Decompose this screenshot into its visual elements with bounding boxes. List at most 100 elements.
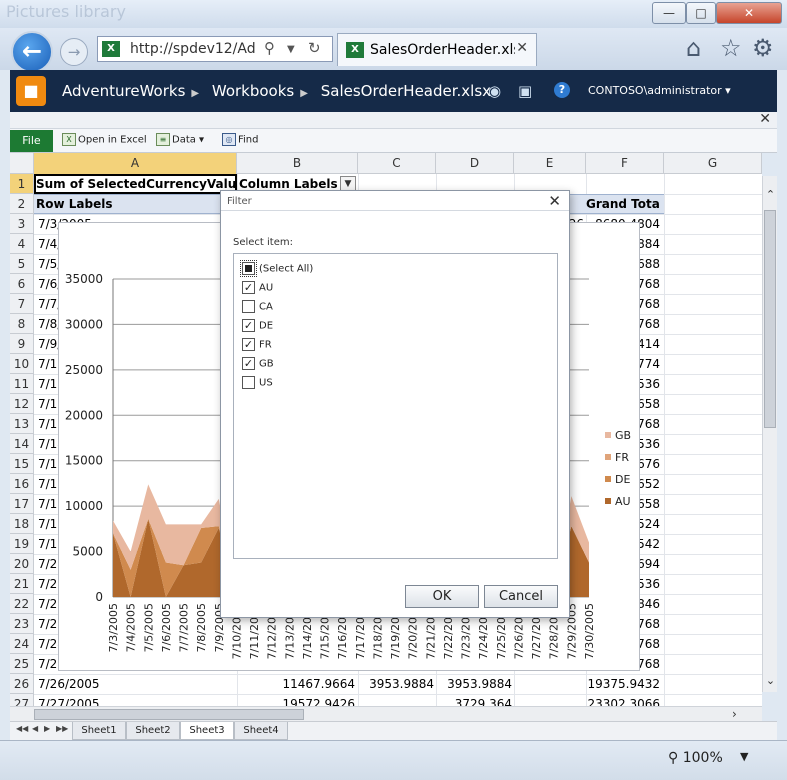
dialog-close-icon[interactable]: ✕: [548, 192, 561, 210]
close-window-button[interactable]: ✕: [716, 2, 782, 24]
find-button[interactable]: ◎ Find: [222, 133, 259, 146]
checkbox[interactable]: [240, 260, 257, 277]
first-sheet-icon[interactable]: ◀◀: [16, 724, 28, 733]
row-label-cell[interactable]: 7/27/2005: [38, 694, 234, 706]
checkbox[interactable]: [242, 300, 255, 313]
vertical-scrollbar[interactable]: ⌃ ⌄: [762, 176, 777, 692]
filter-option[interactable]: (Select All): [240, 260, 313, 280]
sheet-tab-3[interactable]: Sheet3: [180, 722, 234, 740]
row-header[interactable]: 7: [10, 294, 34, 314]
breadcrumb-site[interactable]: AdventureWorks: [62, 82, 185, 100]
cell-b26[interactable]: 11467.9664: [237, 674, 355, 694]
next-sheet-icon[interactable]: ▶: [44, 724, 50, 733]
row-header[interactable]: 2: [10, 194, 34, 214]
cell-b27[interactable]: 19572.9426: [237, 694, 355, 706]
row-header[interactable]: 12: [10, 394, 34, 414]
home-icon[interactable]: ⌂: [686, 34, 701, 62]
sheet-tab-1[interactable]: Sheet1: [72, 722, 126, 740]
row-header[interactable]: 22: [10, 594, 34, 614]
column-header-b[interactable]: B: [237, 153, 358, 174]
row-header[interactable]: 17: [10, 494, 34, 514]
filter-option[interactable]: ✓ FR: [242, 338, 272, 356]
address-bar[interactable]: X http://spdev12/Ad ⚲ ▼ ↻: [97, 36, 333, 62]
row-header[interactable]: 5: [10, 254, 34, 274]
row-header[interactable]: 11: [10, 374, 34, 394]
cancel-button[interactable]: Cancel: [484, 585, 558, 608]
tag-icon[interactable]: ◉: [488, 82, 501, 100]
filter-option[interactable]: US: [242, 376, 273, 394]
back-button[interactable]: ←: [11, 31, 53, 73]
row-header[interactable]: 21: [10, 574, 34, 594]
column-header-g[interactable]: G: [664, 153, 762, 174]
settings-gear-icon[interactable]: ⚙: [752, 34, 774, 62]
sheet-tab-4[interactable]: Sheet4: [234, 722, 288, 740]
row-header[interactable]: 24: [10, 634, 34, 654]
row-header[interactable]: 23: [10, 614, 34, 634]
breadcrumb-file[interactable]: SalesOrderHeader.xlsx: [321, 82, 491, 100]
scroll-up-icon[interactable]: ⌃: [764, 188, 777, 201]
prev-sheet-icon[interactable]: ◀: [32, 724, 38, 733]
sheet-tab-2[interactable]: Sheet2: [126, 722, 180, 740]
select-all-corner[interactable]: [10, 153, 34, 174]
filter-item-list[interactable]: (Select All) ✓ AU CA ✓ DE ✓ FR ✓ GB US: [233, 253, 558, 559]
breadcrumb-library[interactable]: Workbooks: [212, 82, 294, 100]
row-header[interactable]: 9: [10, 334, 34, 354]
cell-d26[interactable]: 3953.9884: [436, 674, 512, 694]
sharepoint-logo-icon[interactable]: ■: [16, 76, 46, 106]
row-header[interactable]: 13: [10, 414, 34, 434]
horizontal-scroll-thumb[interactable]: [34, 709, 304, 720]
filter-option[interactable]: ✓ GB: [242, 357, 274, 375]
forward-button[interactable]: →: [60, 38, 88, 66]
data-menu-button[interactable]: ≡ Data ▾: [156, 133, 204, 146]
dropdown-icon[interactable]: ▼: [287, 44, 295, 55]
row-header[interactable]: 19: [10, 534, 34, 554]
cell-f2[interactable]: Grand Total: [586, 194, 660, 214]
row-header[interactable]: 25: [10, 654, 34, 674]
row-header[interactable]: 4: [10, 234, 34, 254]
row-header[interactable]: 20: [10, 554, 34, 574]
close-viewer-icon[interactable]: ✕: [759, 111, 771, 127]
scroll-down-icon[interactable]: ⌄: [764, 674, 777, 687]
cell-d27[interactable]: 3729.364: [436, 694, 512, 706]
column-header-f[interactable]: F: [586, 153, 664, 174]
zoom-dropdown-icon[interactable]: ▼: [740, 750, 748, 763]
row-header[interactable]: 14: [10, 434, 34, 454]
chat-icon[interactable]: ▣: [518, 82, 532, 100]
row-header[interactable]: 1: [10, 174, 34, 194]
grand-total-cell[interactable]: 19375.9432: [586, 674, 660, 694]
row-header[interactable]: 3: [10, 214, 34, 234]
browser-tab-active[interactable]: X SalesOrderHeader.xlsx ✕: [337, 33, 537, 66]
user-menu[interactable]: CONTOSO\administrator ▾: [588, 84, 731, 97]
cell-a2[interactable]: Row Labels: [36, 194, 236, 214]
favorites-star-icon[interactable]: ☆: [720, 34, 742, 62]
refresh-icon[interactable]: ↻: [308, 39, 321, 57]
filter-option[interactable]: ✓ AU: [242, 281, 273, 299]
checkbox[interactable]: ✓: [242, 357, 255, 370]
help-icon[interactable]: ?: [554, 82, 570, 98]
row-header[interactable]: 26: [10, 674, 34, 694]
row-header[interactable]: 15: [10, 454, 34, 474]
row-label-cell[interactable]: 7/26/2005: [38, 674, 234, 694]
scroll-right-icon[interactable]: ›: [732, 707, 737, 721]
file-tab[interactable]: File: [10, 130, 53, 152]
search-icon[interactable]: ⚲: [264, 39, 275, 57]
column-header-c[interactable]: C: [358, 153, 436, 174]
filter-option[interactable]: CA: [242, 300, 273, 318]
row-header[interactable]: 27: [10, 694, 34, 706]
ok-button[interactable]: OK: [405, 585, 479, 608]
zoom-level[interactable]: ⚲ 100%: [668, 750, 723, 766]
open-in-excel-button[interactable]: X Open in Excel: [62, 133, 147, 146]
checkbox[interactable]: [242, 376, 255, 389]
checkbox[interactable]: ✓: [242, 319, 255, 332]
vertical-scroll-thumb[interactable]: [764, 210, 776, 428]
row-header[interactable]: 6: [10, 274, 34, 294]
last-sheet-icon[interactable]: ▶▶: [56, 724, 68, 733]
tab-close-icon[interactable]: ✕: [516, 40, 528, 56]
minimize-button[interactable]: —: [652, 2, 686, 24]
column-header-e[interactable]: E: [514, 153, 586, 174]
row-header[interactable]: 16: [10, 474, 34, 494]
column-header-d[interactable]: D: [436, 153, 514, 174]
row-header[interactable]: 8: [10, 314, 34, 334]
column-header-a[interactable]: A: [34, 153, 237, 174]
filter-option[interactable]: ✓ DE: [242, 319, 273, 337]
